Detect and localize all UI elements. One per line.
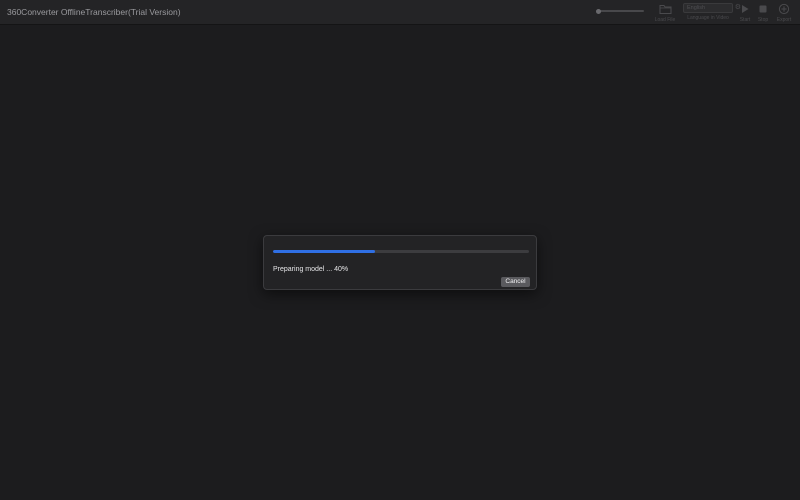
zoom-slider[interactable] bbox=[595, 8, 644, 14]
load-file-label: Load File bbox=[654, 17, 676, 23]
stop-icon bbox=[759, 5, 767, 13]
app-window: 360Converter OfflineTranscriber(Trial Ve… bbox=[0, 0, 800, 500]
start-button[interactable]: Start bbox=[737, 3, 753, 23]
load-file-button[interactable]: Load File bbox=[652, 3, 678, 23]
progress-status-text: Preparing model ... 40% bbox=[273, 266, 349, 273]
stop-button[interactable]: Stop bbox=[756, 3, 770, 23]
progress-bar bbox=[273, 250, 529, 253]
progress-bar-fill bbox=[273, 250, 376, 253]
export-button[interactable]: Export bbox=[775, 3, 793, 23]
progress-dialog: Preparing model ... 40% Cancel bbox=[263, 235, 537, 290]
language-selector-group: English ⚙ Language in Video bbox=[683, 3, 741, 21]
titlebar: 360Converter OfflineTranscriber(Trial Ve… bbox=[0, 0, 800, 25]
language-select[interactable]: English ⚙ bbox=[683, 3, 741, 13]
stop-label: Stop bbox=[757, 17, 769, 23]
language-label: Language in Video bbox=[687, 15, 729, 21]
zoom-slider-thumb[interactable] bbox=[595, 8, 601, 14]
export-icon bbox=[778, 3, 790, 15]
export-label: Export bbox=[776, 17, 792, 23]
language-select-value: English bbox=[687, 5, 706, 11]
window-title: 360Converter OfflineTranscriber(Trial Ve… bbox=[7, 7, 181, 17]
folder-icon bbox=[659, 5, 671, 14]
play-icon bbox=[742, 5, 749, 13]
start-label: Start bbox=[739, 17, 751, 23]
cancel-button[interactable]: Cancel bbox=[501, 277, 530, 287]
